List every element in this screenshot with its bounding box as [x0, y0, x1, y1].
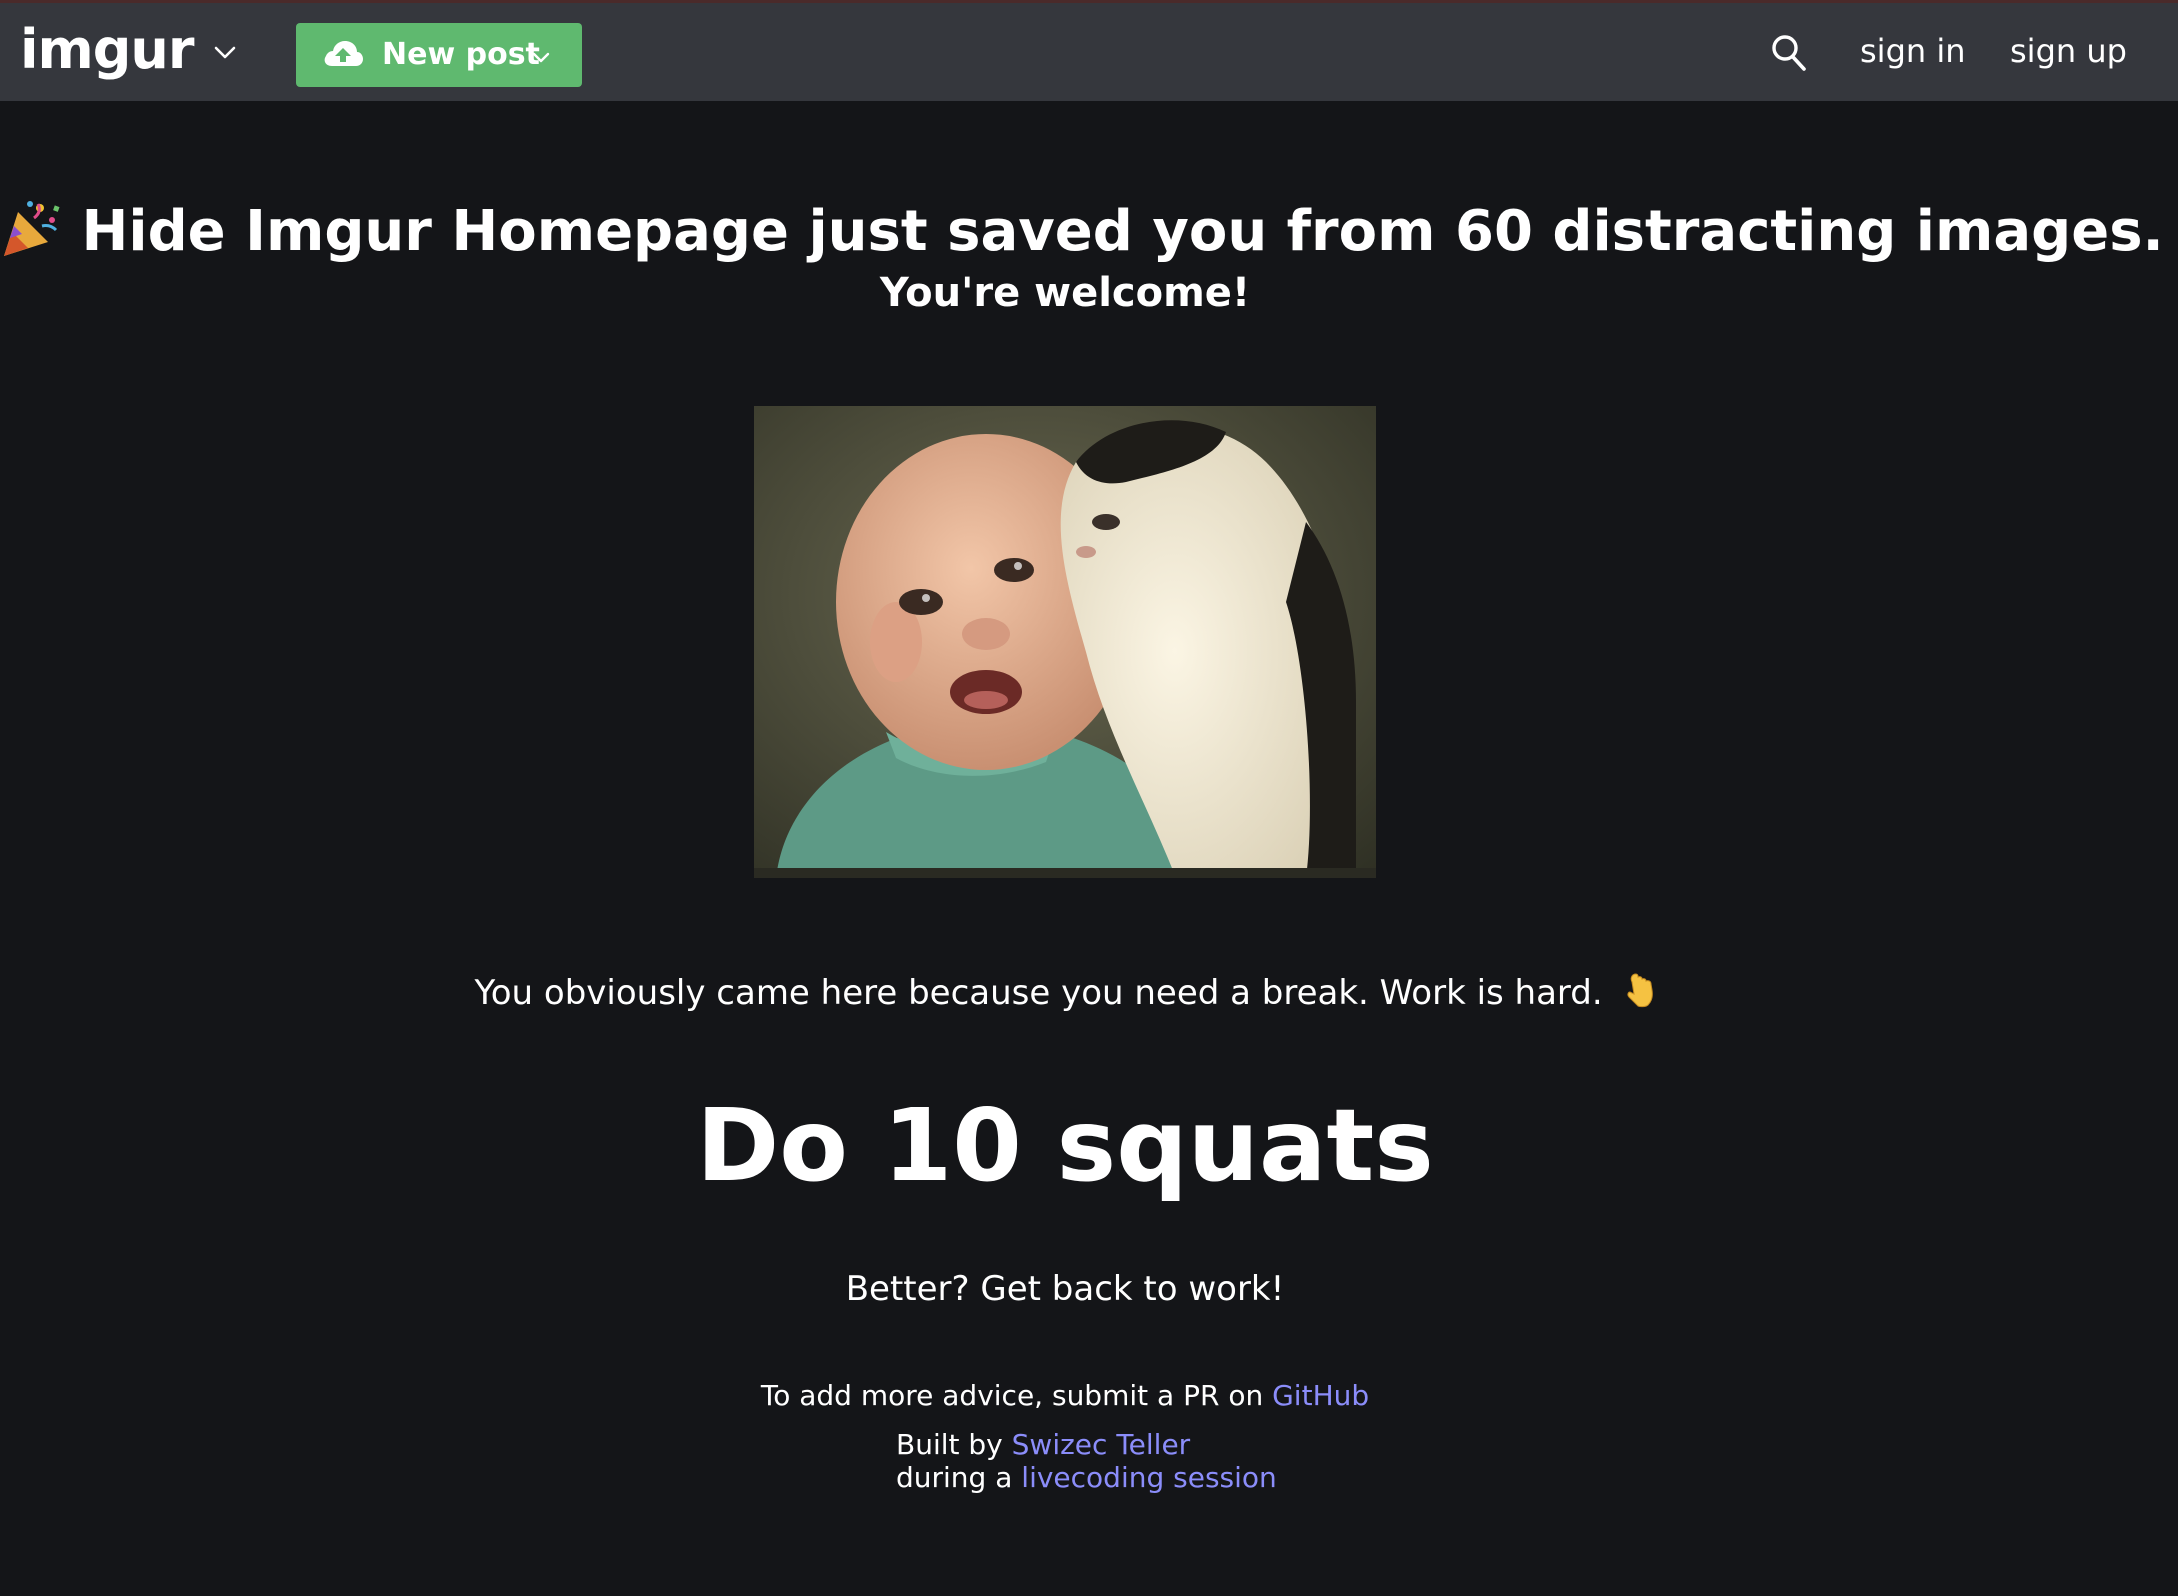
- built-by-prefix: Built by: [896, 1428, 1003, 1461]
- party-popper-icon: [4, 201, 60, 256]
- github-link[interactable]: GitHub: [1272, 1379, 1369, 1412]
- during-prefix: during a: [896, 1461, 1013, 1494]
- back-to-work-text: Better? Get back to work!: [845, 1269, 1285, 1309]
- built-by-line: Built by Swizec Teller: [896, 1428, 1277, 1461]
- pr-line: To add more advice, submit a PR on GitHu…: [0, 1376, 2130, 1416]
- pointing-down-icon: [1626, 973, 1653, 1008]
- livecoding-session-link[interactable]: livecoding session: [1021, 1461, 1277, 1494]
- during-line: during a livecoding session: [896, 1461, 1277, 1494]
- author-link[interactable]: Swizec Teller: [1012, 1428, 1191, 1461]
- headline: Hide Imgur Homepage just saved you from …: [0, 196, 2164, 268]
- pr-prefix: To add more advice, submit a PR on: [760, 1379, 1264, 1412]
- imgur-logo[interactable]: imgur: [20, 15, 195, 85]
- search-icon[interactable]: [1770, 33, 1808, 73]
- credits: Built by Swizec Teller during a livecodi…: [896, 1428, 1277, 1494]
- baby-cat-gif: [746, 402, 1384, 882]
- headline-text: Hide Imgur Homepage just saved you from …: [81, 199, 2164, 264]
- new-post-button[interactable]: New post: [296, 23, 582, 87]
- chevron-down-icon: [532, 52, 550, 63]
- break-text: You obviously came here because you need…: [474, 973, 1603, 1013]
- sign-in-link[interactable]: sign in: [1860, 28, 1966, 74]
- subheading: You're welcome!: [879, 270, 1251, 316]
- top-nav-bar: imgur New post sign in sign up: [0, 0, 2178, 101]
- advice-text: Do 10 squats: [696, 1087, 1434, 1204]
- chevron-down-icon[interactable]: [212, 39, 238, 65]
- new-post-label: New post: [382, 37, 540, 72]
- break-message: You obviously came here because you need…: [0, 970, 2130, 1016]
- upload-cloud-icon: [324, 41, 363, 66]
- sign-up-link[interactable]: sign up: [2010, 28, 2127, 74]
